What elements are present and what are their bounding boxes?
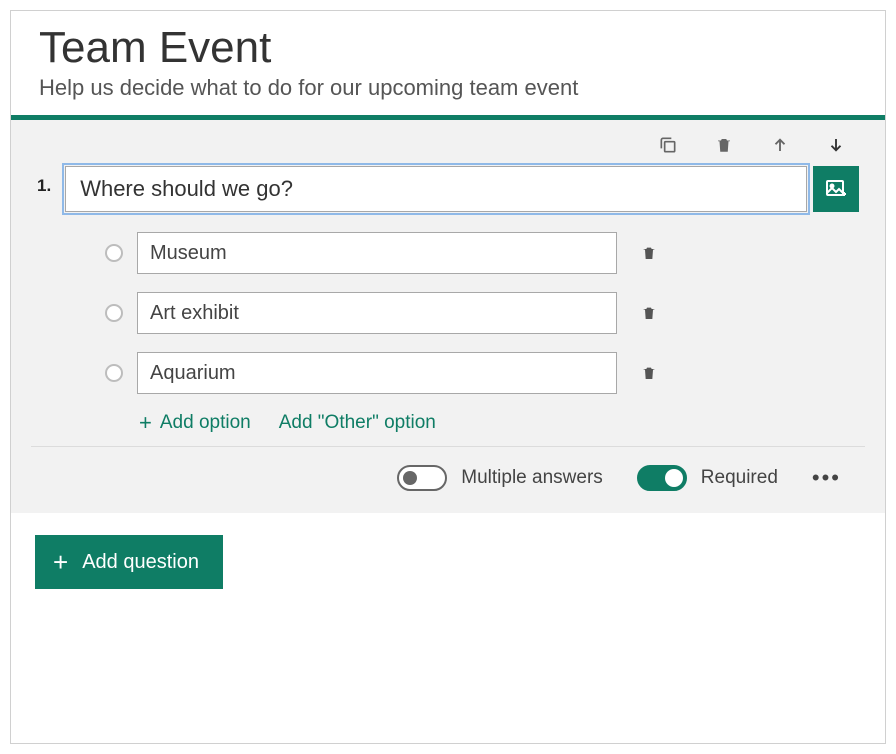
add-question-button[interactable]: + Add question — [35, 535, 223, 589]
ellipsis-icon: ••• — [812, 465, 841, 490]
question-input-row — [65, 166, 859, 212]
add-question-area: + Add question — [11, 513, 885, 611]
form-subtitle[interactable]: Help us decide what to do for our upcomi… — [39, 75, 857, 101]
form-card: Team Event Help us decide what to do for… — [10, 10, 886, 744]
options-list: + Add option Add "Other" option — [31, 222, 865, 446]
add-option-button[interactable]: + Add option — [139, 412, 251, 434]
delete-option-button[interactable] — [641, 362, 659, 384]
question-number: 1. — [37, 176, 51, 196]
radio-icon — [105, 304, 123, 322]
radio-icon — [105, 244, 123, 262]
delete-option-button[interactable] — [641, 242, 659, 264]
form-header: Team Event Help us decide what to do for… — [11, 11, 885, 115]
copy-icon[interactable] — [657, 134, 679, 156]
delete-option-button[interactable] — [641, 302, 659, 324]
multiple-answers-label: Multiple answers — [461, 467, 603, 489]
multiple-answers-toggle-group: Multiple answers — [397, 465, 603, 491]
image-icon — [824, 177, 848, 201]
question-text-input[interactable] — [65, 166, 807, 212]
required-toggle-group: Required — [637, 465, 778, 491]
form-title[interactable]: Team Event — [39, 23, 857, 73]
option-input[interactable] — [137, 352, 617, 394]
question-card: 1. — [11, 120, 885, 513]
move-up-icon[interactable] — [769, 134, 791, 156]
plus-icon: + — [53, 549, 68, 575]
add-other-option-button[interactable]: Add "Other" option — [279, 412, 436, 434]
option-row — [105, 292, 865, 334]
add-image-button[interactable] — [813, 166, 859, 212]
toggle-knob — [403, 471, 417, 485]
add-option-label: Add option — [160, 412, 251, 434]
more-options-button[interactable]: ••• — [812, 465, 841, 491]
option-actions: + Add option Add "Other" option — [139, 412, 865, 434]
trash-icon[interactable] — [713, 134, 735, 156]
question-footer: Multiple answers Required ••• — [31, 446, 865, 513]
option-input[interactable] — [137, 232, 617, 274]
radio-icon — [105, 364, 123, 382]
add-question-label: Add question — [82, 551, 199, 574]
option-input[interactable] — [137, 292, 617, 334]
option-row — [105, 232, 865, 274]
plus-icon: + — [139, 412, 152, 434]
required-toggle[interactable] — [637, 465, 687, 491]
toggle-knob — [665, 469, 683, 487]
move-down-icon[interactable] — [825, 134, 847, 156]
question-toolbar — [31, 120, 865, 162]
question-body: 1. — [31, 162, 865, 222]
option-row — [105, 352, 865, 394]
multiple-answers-toggle[interactable] — [397, 465, 447, 491]
required-label: Required — [701, 467, 778, 489]
